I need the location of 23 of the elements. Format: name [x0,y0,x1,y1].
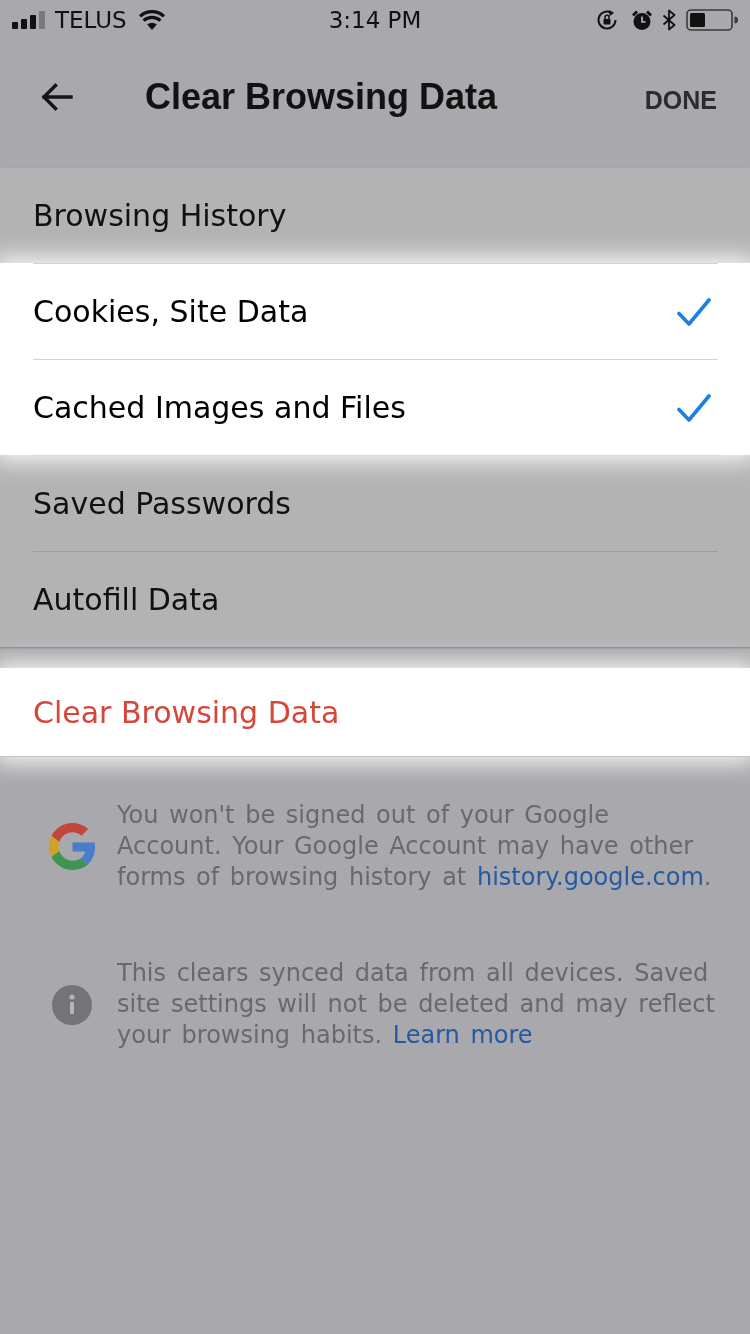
bluetooth-icon [662,9,676,31]
carrier-name: TELUS [55,6,127,34]
checkmark-icon [677,392,711,423]
signal-icon [12,11,45,29]
back-arrow-icon[interactable] [40,82,73,111]
status-time: 3:14 PM [328,6,422,34]
option-row[interactable]: Cookies, Site Data [0,263,750,359]
checkmark-icon [677,296,711,327]
option-row[interactable]: Browsing History [0,168,750,263]
g-logo-icon [48,823,96,870]
page-title: Clear Browsing Data [145,74,498,119]
info-icon [52,984,92,1025]
battery-icon [686,9,738,31]
note-text: This clears synced data from all devices. Saved site settings will not be deleted and may reflect your browsing habits. Learn more [117,958,716,1051]
clear-data-button[interactable]: Clear Browsing Data [0,668,750,757]
note-text: You won't be signed out of your Google Account. Your Google Account may have other forms of browsing history at history.google.com. [117,800,713,893]
done-button[interactable]: DONE [644,83,717,116]
rotation-lock-icon [596,9,618,31]
option-row[interactable]: Autofill Data [0,551,750,647]
alarm-clock-icon [631,9,653,31]
wifi-icon [138,10,165,30]
option-row[interactable]: Saved Passwords [0,455,750,551]
option-row[interactable]: Cached Images and Files [0,359,750,455]
